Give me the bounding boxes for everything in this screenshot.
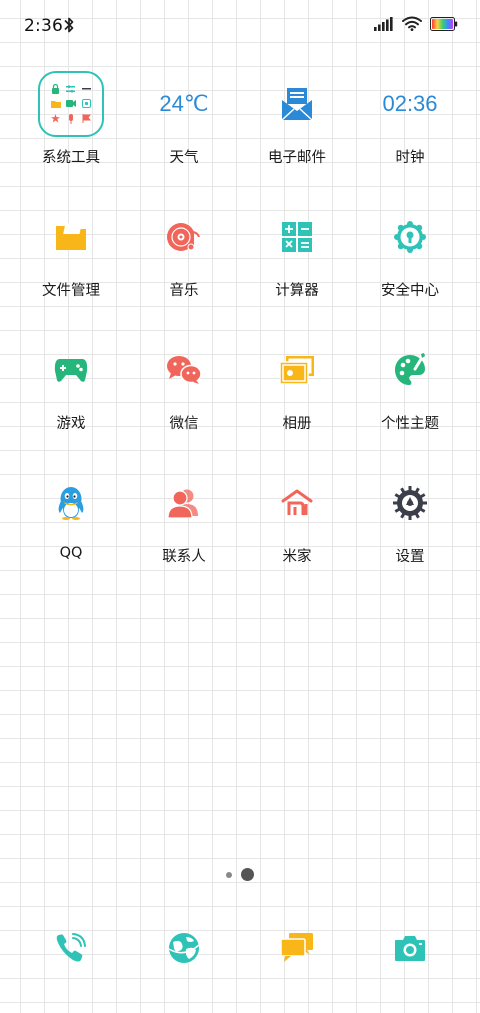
chat-bubbles-icon — [280, 933, 313, 967]
app-music[interactable]: 音乐 — [129, 201, 239, 300]
app-label: QQ — [59, 545, 83, 561]
page-dot-1[interactable] — [226, 871, 232, 878]
folder-mini-icon — [48, 97, 63, 112]
app-label: 设置 — [395, 549, 425, 565]
app-file-manager[interactable]: 文件管理 — [16, 201, 126, 300]
app-gallery[interactable]: 相册 — [242, 334, 352, 433]
app-label: 游戏 — [56, 416, 86, 432]
home-icon — [261, 467, 333, 539]
app-label: 电子邮件 — [268, 150, 326, 166]
status-indicators — [374, 16, 458, 35]
camera-icon — [394, 934, 426, 966]
app-calculator[interactable]: 计算器 — [242, 201, 352, 300]
app-mi-home[interactable]: 米家 — [242, 467, 352, 566]
dock-camera[interactable] — [380, 920, 440, 980]
app-themes[interactable]: 个性主题 — [355, 334, 465, 433]
app-label: 安全中心 — [381, 283, 439, 299]
signal-icon — [374, 16, 394, 35]
weather-icon: 24℃ — [148, 68, 220, 140]
page-dot-2-active[interactable] — [241, 868, 254, 881]
mic-mini-icon — [63, 111, 78, 126]
music-disc-icon — [148, 201, 220, 273]
shield-lock-icon — [374, 201, 446, 273]
envelope-icon — [261, 68, 333, 140]
app-weather[interactable]: 24℃ 天气 — [129, 68, 239, 167]
app-contacts[interactable]: 联系人 — [129, 467, 239, 566]
app-label: 系统工具 — [42, 150, 100, 166]
app-qq[interactable]: QQ — [16, 467, 126, 561]
app-system-tools[interactable]: 系统工具 — [16, 68, 126, 167]
app-label: 音乐 — [169, 283, 199, 299]
video-mini-icon — [63, 97, 78, 112]
flag-mini-icon — [79, 111, 94, 126]
toggle-mini-icon — [63, 82, 78, 97]
app-games[interactable]: 游戏 — [16, 334, 126, 433]
app-label: 相册 — [282, 416, 312, 432]
app-email[interactable]: 电子邮件 — [242, 68, 352, 167]
star-mini-icon — [48, 111, 63, 126]
clock-icon: 02:36 — [374, 68, 446, 140]
dock-browser[interactable] — [154, 920, 214, 980]
scan-mini-icon — [79, 97, 94, 112]
app-label: 计算器 — [275, 283, 319, 299]
app-security-center[interactable]: 安全中心 — [355, 201, 465, 300]
app-settings[interactable]: 设置 — [355, 467, 465, 566]
app-label: 米家 — [282, 549, 312, 565]
status-time: 2:36 — [24, 16, 63, 36]
gamepad-icon — [35, 334, 107, 406]
gear-icon — [374, 467, 446, 539]
app-wechat[interactable]: 微信 — [129, 334, 239, 433]
lock-mini-icon — [48, 82, 63, 97]
dock-phone[interactable] — [41, 920, 101, 980]
photo-album-icon — [261, 334, 333, 406]
wifi-icon — [402, 16, 422, 35]
contacts-icon — [148, 467, 220, 539]
calculator-icon — [261, 201, 333, 273]
app-label: 微信 — [169, 416, 199, 432]
phone-icon — [55, 932, 87, 968]
dock-messages[interactable] — [267, 920, 327, 980]
wechat-icon — [148, 334, 220, 406]
app-label: 个性主题 — [381, 416, 439, 432]
app-label: 时钟 — [395, 150, 425, 166]
app-label: 文件管理 — [42, 283, 100, 299]
clock-time: 02:36 — [382, 91, 438, 116]
status-bar: 2:36 — [0, 0, 480, 52]
bluetooth-icon — [63, 16, 75, 38]
globe-icon — [168, 932, 200, 968]
penguin-icon — [35, 467, 107, 539]
dash-mini-icon — [79, 82, 94, 97]
palette-icon — [374, 334, 446, 406]
folder-icon — [35, 68, 107, 140]
page-indicator[interactable] — [0, 868, 480, 881]
weather-temperature: 24℃ — [159, 91, 209, 116]
app-clock[interactable]: 02:36 时钟 — [355, 68, 465, 167]
app-label: 联系人 — [162, 549, 206, 565]
folder-open-icon — [35, 201, 107, 273]
app-label: 天气 — [169, 150, 199, 166]
battery-icon — [430, 16, 458, 35]
dock — [0, 920, 480, 980]
